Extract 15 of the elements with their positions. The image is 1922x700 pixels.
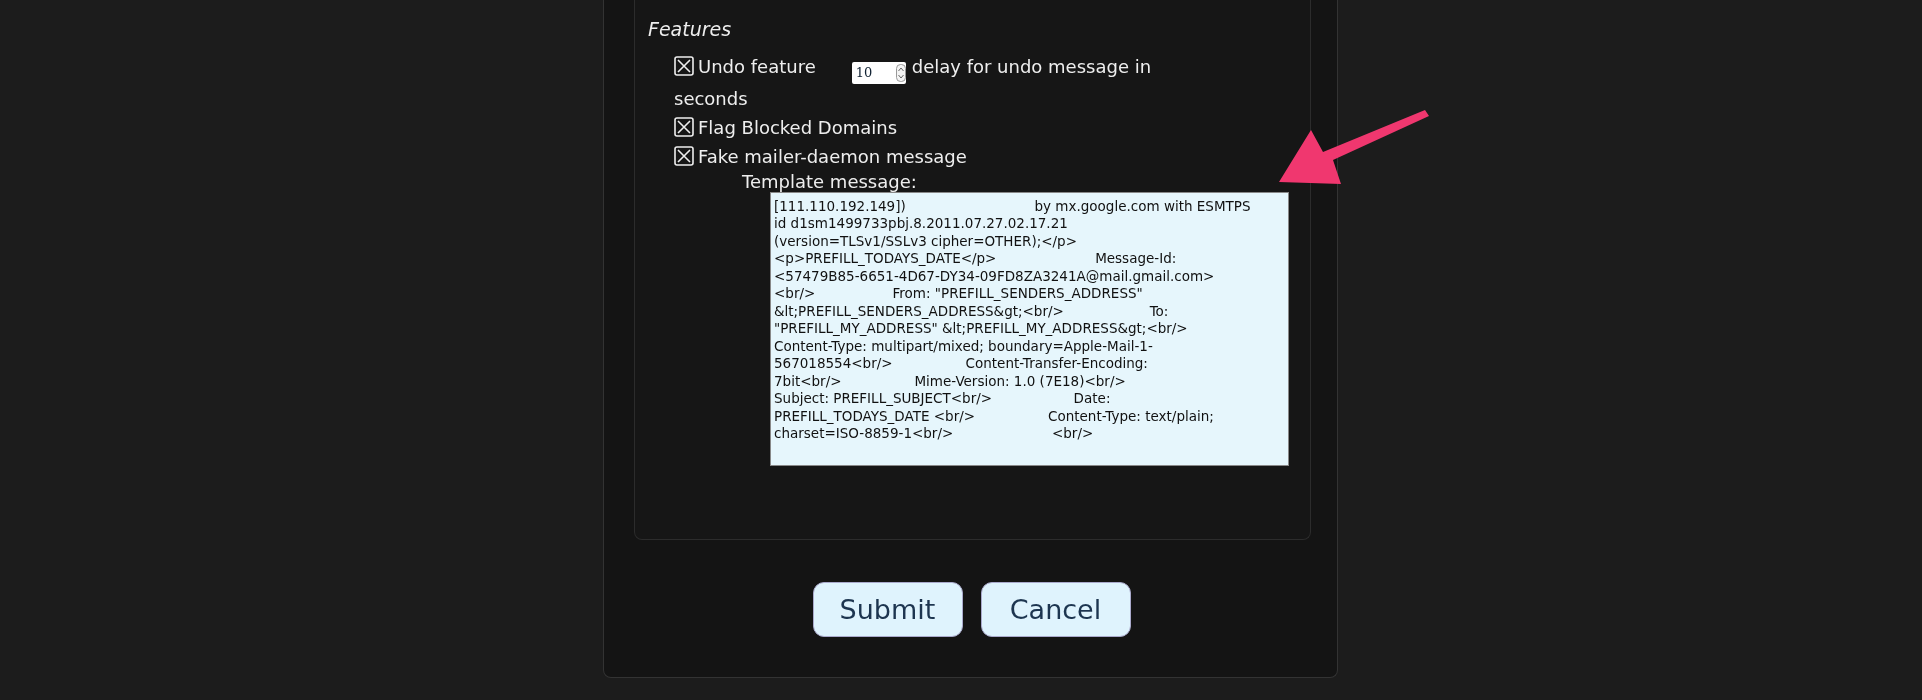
section-title: Features [648, 18, 732, 40]
action-button[interactable]: Submit [812, 582, 963, 637]
option-label: Undo feature [698, 56, 816, 77]
field-label: Template message: [742, 170, 917, 192]
template-field[interactable]: [111.110.192.149]) by mx.google.com with ESMTPS id d1sm1499733pbj.8.2011.07.27.02.17.21 (version=TLSv1/SSLv3 cipher=OTHER);</p> <p>PREFILL_TODAYS_DATE</p> Message-Id: <57479B85-6651-4D67-DY34-09FD8ZA3241A@mail.gmail.com> <br/> From: "PREFILL_SENDERS_ADDRESS" &lt;PREFILL_SENDERS_ADDRESS&gt;<br/> To: "PREFILL_MY_ADDRESS" &lt;PREFILL_MY_ADDRESS&gt;<br/> Content-Type: multipart/mixed; boundary=Apple-Mail-1- 567018554<br/> Content-Transfer-Encoding: 7bit<br/> Mime-Version: 1.0 (7E18)<br/> Subject: PREFILL_SUBJECT<br/> Date: PREFILL_TODAYS_DATE <br/> Content-Type: text/plain; charset=ISO-8859-1<br/> <br/> [770, 191, 1289, 466]
action-button[interactable]: Cancel [980, 582, 1131, 637]
number-field[interactable]: 10 [851, 61, 906, 84]
checkbox[interactable] [674, 56, 694, 76]
checkbox[interactable] [674, 116, 694, 137]
checkbox[interactable] [674, 145, 694, 166]
option-description: seconds [674, 87, 748, 109]
option-label: Flag Blocked Domains [698, 116, 898, 138]
option-description: delay for undo message in [911, 56, 1152, 77]
stepper-icon[interactable] [895, 63, 906, 82]
option-label: Fake mailer-daemon message [698, 145, 967, 167]
